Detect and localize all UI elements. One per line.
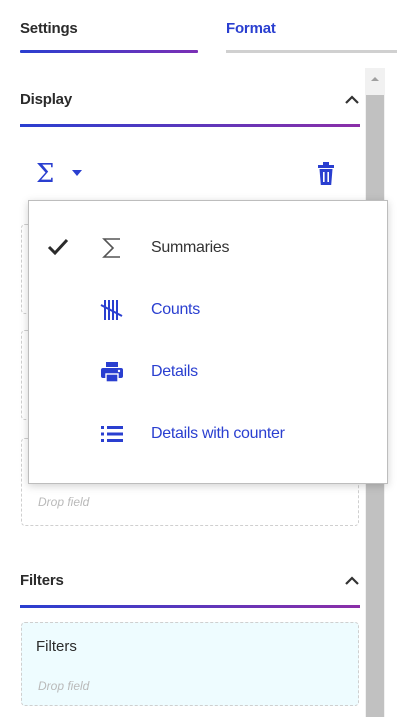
tab-settings-underline [20,50,198,53]
tab-settings[interactable]: Settings [20,20,78,37]
display-section-title: Display [20,91,72,108]
drop-field-hint: Drop field [38,495,90,509]
caret-down-icon [72,170,82,176]
display-section-header[interactable]: Display [20,91,360,127]
tab-format-underline [226,50,397,53]
menu-item-label: Details [151,363,198,380]
menu-item-details[interactable]: Details [29,347,387,399]
checkmark-icon [47,238,69,256]
aggregation-menu: Summaries Counts Details Details with co… [28,200,388,484]
menu-item-label: Details with counter [151,425,285,442]
menu-item-label: Summaries [151,239,230,256]
drop-field-hint: Drop field [38,679,90,693]
printer-icon [101,362,123,383]
trash-icon[interactable] [316,162,336,186]
filters-section-header[interactable]: Filters [20,572,360,608]
sigma-icon [102,238,120,258]
tally-icon [100,300,123,320]
menu-item-counts[interactable]: Counts [29,285,387,337]
filters-zone-label: Filters [36,638,77,655]
list-icon [101,426,123,442]
display-section-underline [20,124,360,127]
tab-format[interactable]: Format [226,20,276,37]
menu-item-summaries[interactable]: Summaries [29,223,387,275]
aggregation-dropdown-button[interactable]: Σ [36,160,94,190]
filters-drop-zone[interactable]: Filters Drop field [21,622,359,706]
menu-item-details-with-counter[interactable]: Details with counter [29,409,387,461]
sigma-icon: Σ [36,159,55,189]
scroll-up-arrow-icon[interactable] [368,72,382,86]
filters-section-title: Filters [20,572,64,589]
filters-section-underline [20,605,360,608]
menu-item-label: Counts [151,301,200,318]
chevron-up-icon[interactable] [344,574,360,586]
tab-bar: Settings Format [0,0,397,56]
chevron-up-icon[interactable] [344,93,360,105]
